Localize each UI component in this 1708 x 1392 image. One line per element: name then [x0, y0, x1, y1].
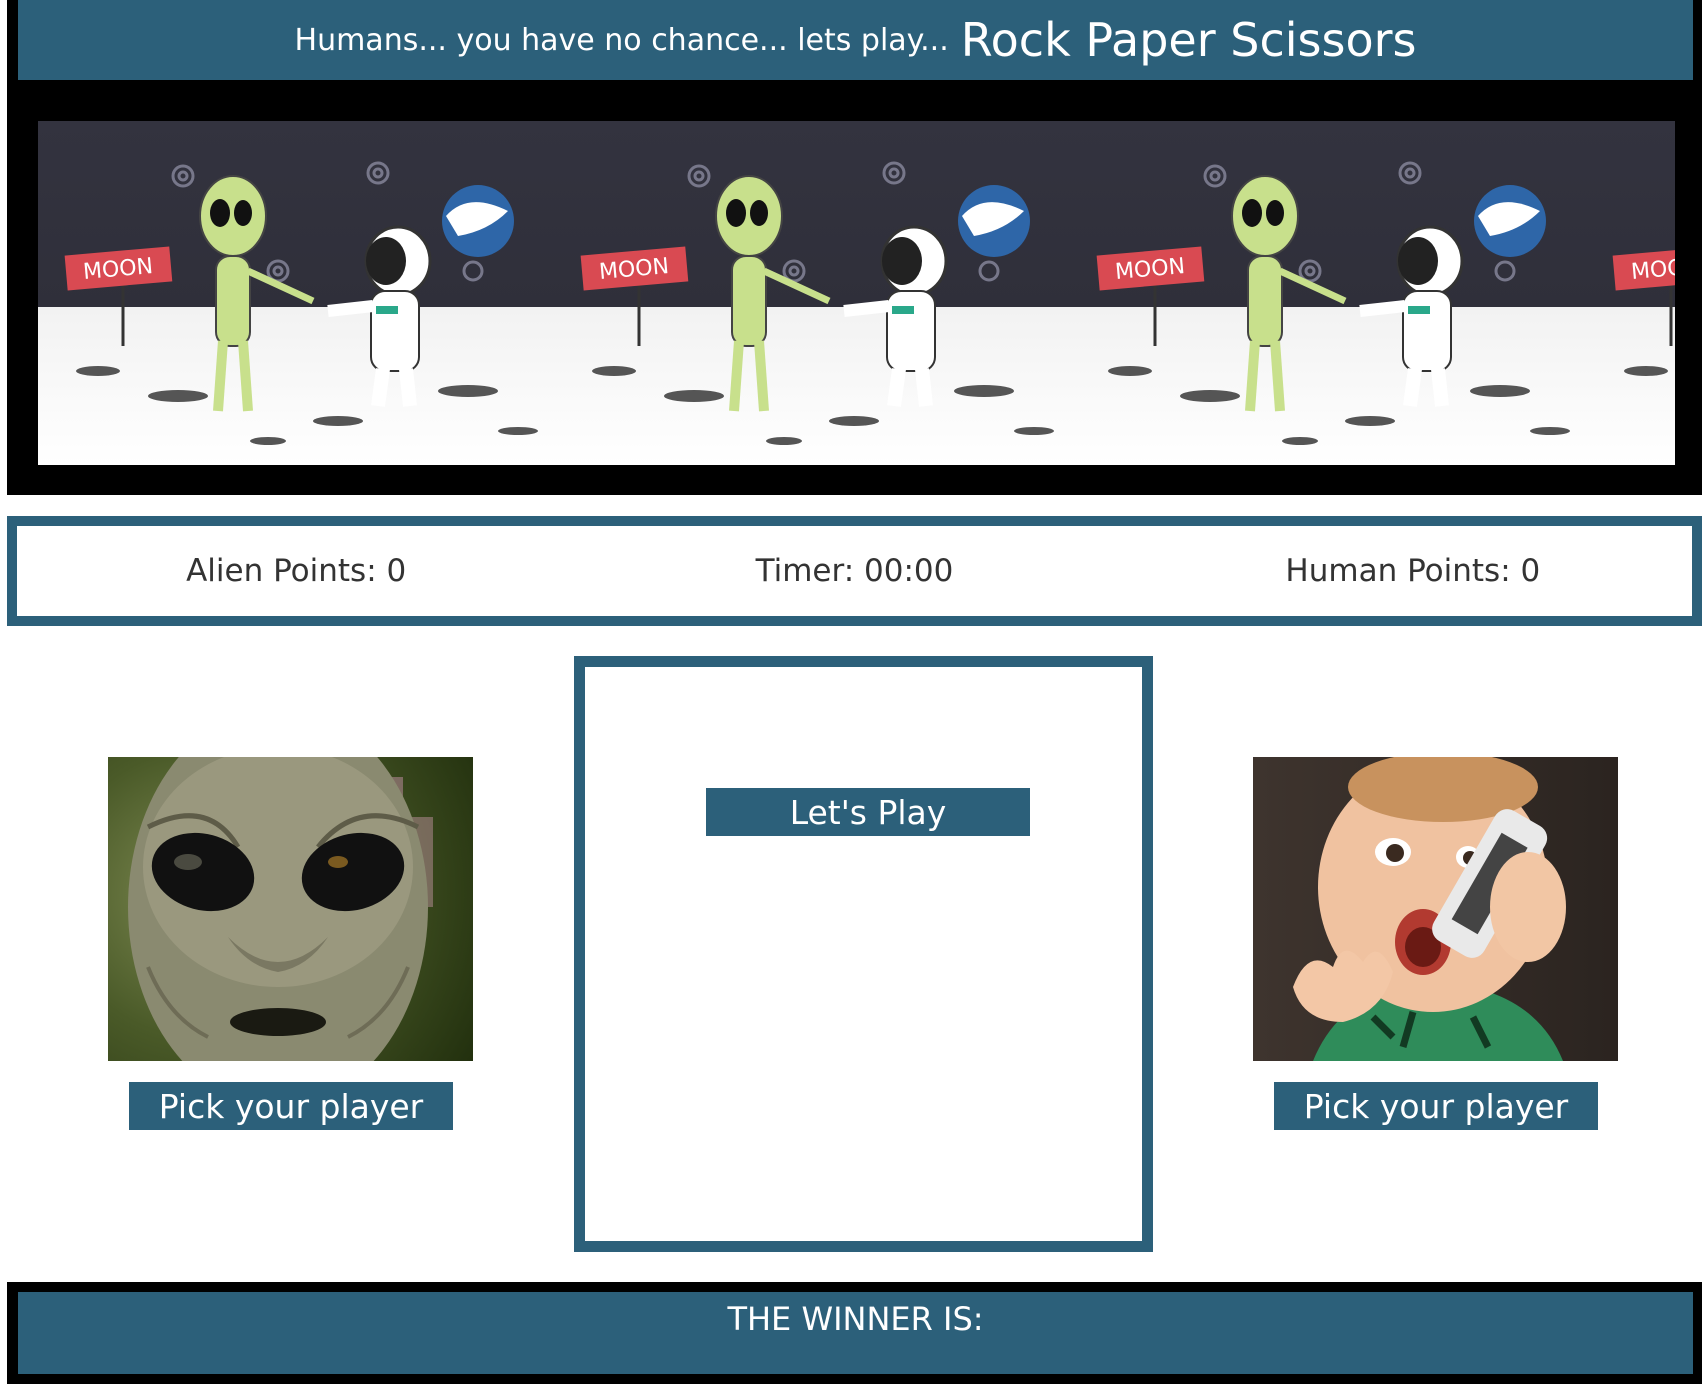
lets-play-button[interactable]: Let's Play — [706, 788, 1030, 836]
svg-text:MOON: MOON — [1630, 254, 1675, 285]
alien-pick-player-button[interactable]: Pick your player — [129, 1082, 453, 1130]
play-area — [574, 656, 1153, 1252]
winner-label: THE WINNER IS: — [727, 1300, 984, 1338]
human-points: Human Points: 0 — [1285, 553, 1541, 589]
banner-tile: MOON — [1070, 121, 1586, 465]
score-bar: Alien Points: 0 Timer: 00:00 Human Point… — [7, 516, 1702, 626]
banner-tile: MOON — [554, 121, 1070, 465]
alien-points: Alien Points: 0 — [186, 553, 407, 589]
page-title: Rock Paper Scissors — [960, 13, 1417, 67]
timer: Timer: 00:00 — [755, 553, 954, 589]
baby-on-phone-icon — [1253, 757, 1618, 1061]
winner-bar: THE WINNER IS: — [18, 1292, 1693, 1374]
human-pick-player-button[interactable]: Pick your player — [1274, 1082, 1598, 1130]
moon-banner-image: MOON MOON MOON MOON — [38, 121, 1675, 465]
header-bar: Humans... you have no chance... lets pla… — [18, 0, 1693, 80]
banner-tile: MOON — [1586, 121, 1675, 465]
header-subtitle: Humans... you have no chance... lets pla… — [294, 22, 949, 58]
alien-face-icon — [108, 757, 473, 1061]
banner-tile: MOON — [38, 121, 554, 465]
